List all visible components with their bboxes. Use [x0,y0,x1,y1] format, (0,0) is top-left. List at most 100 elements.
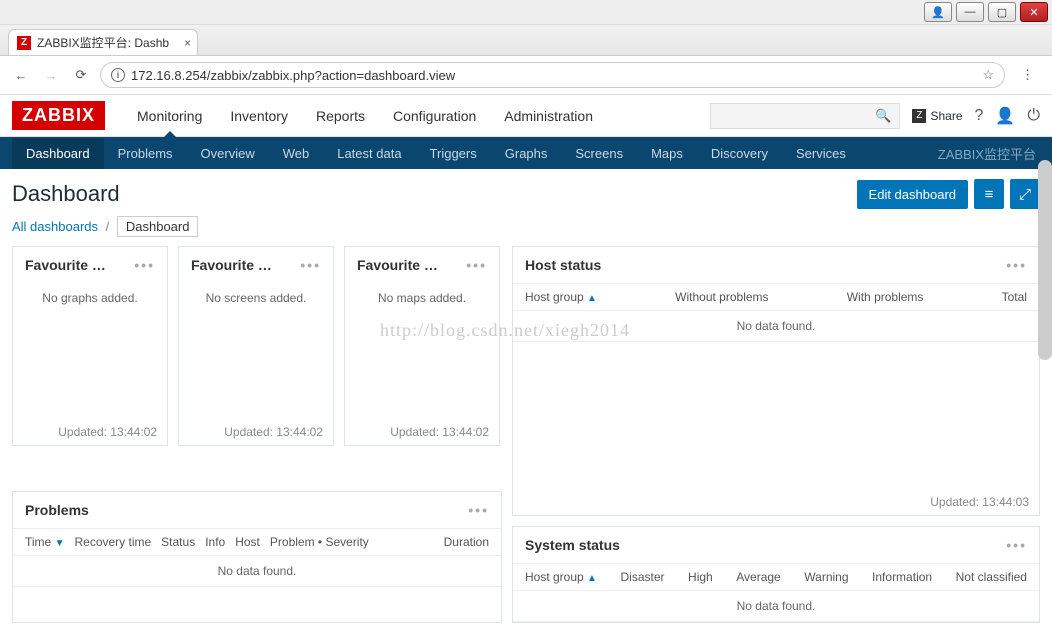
browser-tab[interactable]: Z ZABBIX监控平台: Dashb × [8,29,198,55]
page-scrollbar[interactable] [1038,160,1052,360]
subnav-right-label: ZABBIX监控平台 [938,144,1040,163]
widget-menu-icon[interactable]: ••• [466,257,487,273]
widget-fav-maps: Favourite …••• No maps added. Updated: 1… [344,246,500,446]
edit-dashboard-button[interactable]: Edit dashboard [857,180,968,209]
widget-footer: Updated: 13:44:02 [13,419,167,445]
col-problem-severity[interactable]: Problem • Severity [270,535,369,549]
maximize-button[interactable]: ▢ [988,2,1016,22]
share-button[interactable]: ZShare [912,109,962,123]
widget-footer: Updated: 13:44:03 [513,489,1039,515]
system-status-no-data: No data found. [513,591,1039,622]
subnav-problems[interactable]: Problems [104,138,187,169]
site-info-icon[interactable]: i [111,68,125,82]
widget-problems: Problems••• Time ▼ Recovery time Status … [12,491,502,623]
col-duration[interactable]: Duration [444,535,489,549]
widget-menu-icon[interactable]: ••• [300,257,321,273]
problems-columns: Time ▼ Recovery time Status Info Host Pr… [13,528,501,556]
col-total[interactable]: Total [1002,290,1027,304]
subnav-dashboard[interactable]: Dashboard [12,138,104,169]
forward-button[interactable]: → [40,64,62,86]
col-with-problems[interactable]: With problems [847,290,924,304]
col-time[interactable]: Time ▼ [25,535,64,549]
widget-host-status: Host status ••• Host group ▲ Without prob… [512,246,1040,516]
sub-nav: Dashboard Problems Overview Web Latest d… [0,137,1052,169]
back-button[interactable]: ← [10,64,32,86]
tab-strip: Z ZABBIX监控平台: Dashb × [0,25,1052,55]
widget-title: Favourite … [357,257,438,273]
widget-body: No graphs added. [13,283,167,419]
host-status-no-data: No data found. [513,311,1039,342]
help-icon[interactable]: ? [975,107,984,125]
col-not-classified[interactable]: Not classified [956,570,1027,584]
logout-icon[interactable]: ⏻ [1027,107,1040,125]
col-high[interactable]: High [688,570,713,584]
subnav-triggers[interactable]: Triggers [416,138,491,169]
app-header: ZABBIX Monitoring Inventory Reports Conf… [0,95,1052,137]
nav-reports[interactable]: Reports [302,96,379,136]
widget-menu-icon[interactable]: ••• [1006,257,1027,273]
widget-fav-graphs: Favourite …••• No graphs added. Updated:… [12,246,168,446]
url-field[interactable]: i 172.16.8.254/zabbix/zabbix.php?action=… [100,62,1005,88]
user-button[interactable]: 👤 [924,2,952,22]
browser-chrome: 👤 — ▢ ✕ Z ZABBIX监控平台: Dashb × [0,0,1052,56]
subnav-web[interactable]: Web [269,138,324,169]
favicon-icon: Z [17,36,31,50]
col-average[interactable]: Average [736,570,780,584]
col-recovery[interactable]: Recovery time [74,535,151,549]
nav-monitoring[interactable]: Monitoring [123,96,216,136]
subnav-latest-data[interactable]: Latest data [323,138,415,169]
col-status[interactable]: Status [161,535,195,549]
nav-administration[interactable]: Administration [490,96,607,136]
reload-button[interactable]: ⟳ [70,64,92,86]
search-input[interactable]: 🔍 [710,103,900,129]
bookmark-star-icon[interactable]: ☆ [982,67,994,83]
widget-fav-screens: Favourite …••• No screens added. Updated… [178,246,334,446]
user-icon[interactable]: 👤 [995,106,1015,126]
col-information[interactable]: Information [872,570,932,584]
col-warning[interactable]: Warning [804,570,848,584]
tab-title: ZABBIX监控平台: Dashb [37,34,169,51]
zabbix-logo[interactable]: ZABBIX [12,101,105,130]
widget-title: Host status [525,257,601,273]
page-title-row: Dashboard Edit dashboard ≡ ⤢ [12,179,1040,209]
sort-desc-icon: ▼ [55,538,65,549]
fullscreen-button[interactable]: ⤢ [1010,179,1040,209]
subnav-services[interactable]: Services [782,138,860,169]
system-status-columns: Host group ▲ Disaster High Average Warni… [513,563,1039,591]
tab-close-icon[interactable]: × [184,36,191,50]
minimize-button[interactable]: — [956,2,984,22]
widget-menu-icon[interactable]: ••• [1006,537,1027,553]
main-nav: Monitoring Inventory Reports Configurati… [123,96,710,136]
nav-configuration[interactable]: Configuration [379,96,490,136]
widget-footer: Updated: 13:44:02 [179,419,333,445]
widget-footer: Updated: 13:44:02 [345,419,499,445]
col-host[interactable]: Host [235,535,260,549]
sort-asc-icon: ▲ [587,573,597,584]
browser-menu-icon[interactable]: ⋮ [1013,67,1042,83]
host-status-columns: Host group ▲ Without problems With probl… [513,283,1039,311]
widgets-grid: Favourite … ••• No graphs added. Updated:… [12,246,1040,623]
problems-no-data: No data found. [13,556,501,587]
url-text: 172.16.8.254/zabbix/zabbix.php?action=da… [131,68,976,83]
col-host-group[interactable]: Host group ▲ [525,570,597,584]
widget-menu-icon[interactable]: ••• [134,257,155,273]
widget-menu-icon[interactable]: ••• [468,502,489,518]
col-info[interactable]: Info [205,535,225,549]
nav-inventory[interactable]: Inventory [216,96,302,136]
col-disaster[interactable]: Disaster [620,570,664,584]
list-view-button[interactable]: ≡ [974,179,1004,209]
share-label: Share [930,109,962,123]
subnav-maps[interactable]: Maps [637,138,697,169]
breadcrumb-root[interactable]: All dashboards [12,219,98,234]
subnav-screens[interactable]: Screens [561,138,637,169]
col-without-problems[interactable]: Without problems [675,290,768,304]
widget-title: System status [525,537,620,553]
subnav-discovery[interactable]: Discovery [697,138,782,169]
col-host-group[interactable]: Host group ▲ [525,290,597,304]
breadcrumb-sep: / [106,219,110,234]
widget-title: Favourite … [191,257,272,273]
close-button[interactable]: ✕ [1020,2,1048,22]
subnav-overview[interactable]: Overview [187,138,269,169]
subnav-graphs[interactable]: Graphs [491,138,562,169]
page-title: Dashboard [12,181,857,207]
